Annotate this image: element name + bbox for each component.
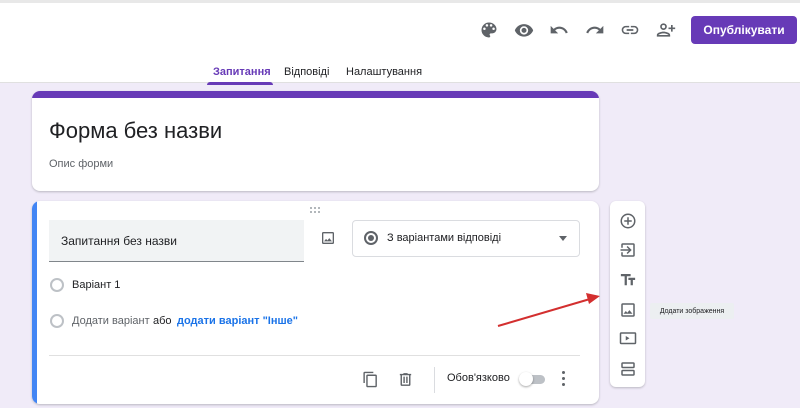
required-toggle[interactable] <box>519 372 547 386</box>
tab-settings[interactable]: Налаштування <box>346 66 422 78</box>
add-image-tooltip: Додати зображення <box>650 303 734 319</box>
publish-button[interactable]: Опублікувати <box>691 16 797 44</box>
palette-icon[interactable] <box>478 19 500 41</box>
top-bar: Опублікувати Запитання Відповіді Налашту… <box>0 0 800 85</box>
add-image-to-question-icon[interactable] <box>318 228 338 248</box>
question-title-text: Запитання без назви <box>61 234 177 248</box>
question-type-select[interactable]: З варіантами відповіді <box>352 220 580 257</box>
tab-questions[interactable]: Запитання <box>213 66 271 78</box>
add-video-icon[interactable] <box>617 328 638 349</box>
option-radio-icon <box>50 278 64 292</box>
floating-toolbar <box>610 201 645 387</box>
add-person-icon[interactable] <box>655 19 677 41</box>
footer-separator <box>434 367 435 393</box>
footer-divider <box>49 355 580 356</box>
form-header-card[interactable]: Форма без назви Опис форми <box>32 91 599 191</box>
add-option-radio-icon <box>50 314 64 328</box>
import-questions-icon[interactable] <box>617 239 638 260</box>
more-options-icon[interactable] <box>558 370 570 388</box>
add-question-icon[interactable] <box>617 210 638 231</box>
question-card[interactable]: Запитання без назви З варіантами відпові… <box>32 201 599 404</box>
eye-icon[interactable] <box>513 19 535 41</box>
add-other-link[interactable]: додати варіант "Інше" <box>177 315 298 327</box>
option-1-label[interactable]: Варіант 1 <box>72 279 120 291</box>
drag-handle-icon[interactable] <box>310 207 324 215</box>
add-option-link[interactable]: Додати варіант <box>72 315 150 327</box>
tab-responses[interactable]: Відповіді <box>284 66 329 78</box>
link-icon[interactable] <box>619 19 641 41</box>
form-title[interactable]: Форма без назви <box>49 118 222 144</box>
form-description[interactable]: Опис форми <box>49 158 113 170</box>
required-label: Обов'язково <box>447 372 510 384</box>
trash-icon[interactable] <box>395 369 415 389</box>
redo-icon[interactable] <box>584 19 606 41</box>
dropdown-caret-icon <box>559 236 567 241</box>
active-card-indicator <box>32 201 37 404</box>
active-tab-indicator <box>207 82 273 85</box>
add-section-icon[interactable] <box>617 358 638 379</box>
duplicate-icon[interactable] <box>360 369 380 389</box>
undo-icon[interactable] <box>548 19 570 41</box>
radio-type-icon <box>364 231 378 245</box>
or-text: або <box>153 315 172 327</box>
question-title-input[interactable]: Запитання без назви <box>49 220 304 262</box>
add-title-icon[interactable] <box>617 269 638 290</box>
add-image-icon[interactable] <box>617 299 638 320</box>
question-type-label: З варіантами відповіді <box>387 232 502 244</box>
header-accent-bar <box>32 91 599 98</box>
